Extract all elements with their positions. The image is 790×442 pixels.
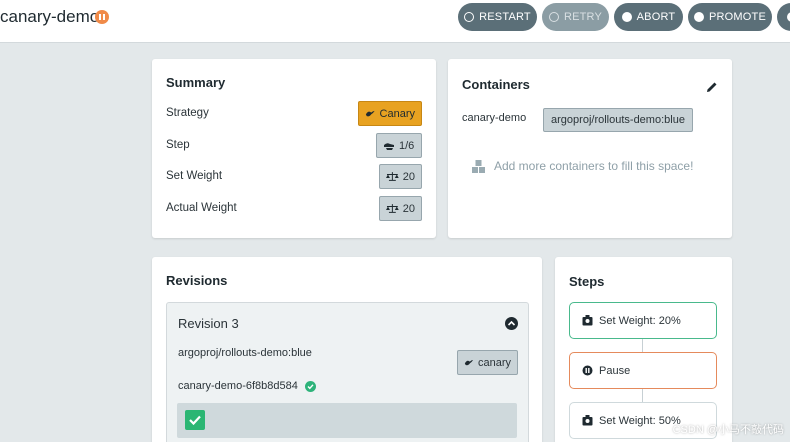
pause-circle-icon (582, 365, 593, 376)
abort-button[interactable]: ABORT (614, 3, 683, 31)
actual-weight-label: Actual Weight (166, 202, 237, 214)
step-label: Step (166, 139, 190, 151)
revisions-title: Revisions (166, 273, 228, 288)
cubes-icon (472, 159, 485, 173)
step-pause[interactable]: Pause (569, 352, 717, 389)
top-header: canary-demo RESTART RETRY ABORT PROMOTE (0, 0, 790, 43)
retry-icon (548, 12, 559, 22)
watermark-text: CSDN @小马不敲代码 (672, 424, 784, 436)
balance-scale-icon (386, 172, 399, 181)
more-actions-button[interactable] (777, 3, 790, 31)
containers-title: Containers (462, 77, 530, 92)
abort-icon (621, 12, 632, 22)
add-more-containers: Add more containers to fill this space! (472, 159, 693, 173)
containers-card: Containers canary-demo argoproj/rollouts… (448, 59, 732, 238)
pod-status-bar (177, 403, 517, 438)
container-image-chip: argoproj/rollouts-demo:blue (543, 108, 693, 132)
step-badge: 1/6 (376, 133, 422, 158)
strategy-label: Strategy (166, 107, 209, 119)
weight-icon (582, 415, 593, 426)
revisions-card: Revisions Revision 3 argoproj/rollouts-d… (152, 257, 542, 442)
restart-icon (464, 12, 475, 22)
pod-healthy-icon[interactable] (185, 410, 205, 430)
bird-icon (464, 360, 474, 366)
shoe-icon (384, 142, 394, 150)
weight-icon (582, 315, 593, 326)
rollout-title: canary-demo (0, 7, 100, 26)
promote-button[interactable]: PROMOTE (688, 3, 772, 31)
step-connector (642, 389, 643, 403)
step-set-weight-20[interactable]: Set Weight: 20% (569, 302, 717, 339)
summary-card: Summary Strategy Canary Step 1/6 Set Wei… (152, 59, 436, 238)
actual-weight-badge: 20 (379, 196, 422, 221)
set-weight-label: Set Weight (166, 170, 223, 182)
replicaset-name: canary-demo-6f8b8d584 (178, 380, 316, 392)
chevron-up-icon[interactable] (505, 317, 518, 330)
promote-icon (693, 12, 704, 22)
summary-title: Summary (166, 75, 226, 90)
step-connector (642, 339, 643, 353)
canary-tag: canary (457, 350, 518, 375)
pause-icon (95, 10, 109, 24)
check-circle-icon (304, 380, 316, 392)
set-weight-badge: 20 (379, 164, 422, 189)
container-name: canary-demo (462, 112, 527, 124)
revision-title: Revision 3 (178, 316, 239, 331)
steps-card: Steps Set Weight: 20% Pause Set Weight: … (555, 257, 732, 442)
strategy-badge: Canary (358, 101, 422, 126)
steps-title: Steps (569, 274, 605, 289)
edit-pencil-icon[interactable] (706, 81, 718, 93)
revision-image: argoproj/rollouts-demo:blue (178, 347, 312, 359)
balance-scale-icon (386, 204, 399, 213)
retry-button[interactable]: RETRY (542, 3, 609, 31)
restart-button[interactable]: RESTART (458, 3, 537, 31)
bird-icon (365, 110, 375, 117)
